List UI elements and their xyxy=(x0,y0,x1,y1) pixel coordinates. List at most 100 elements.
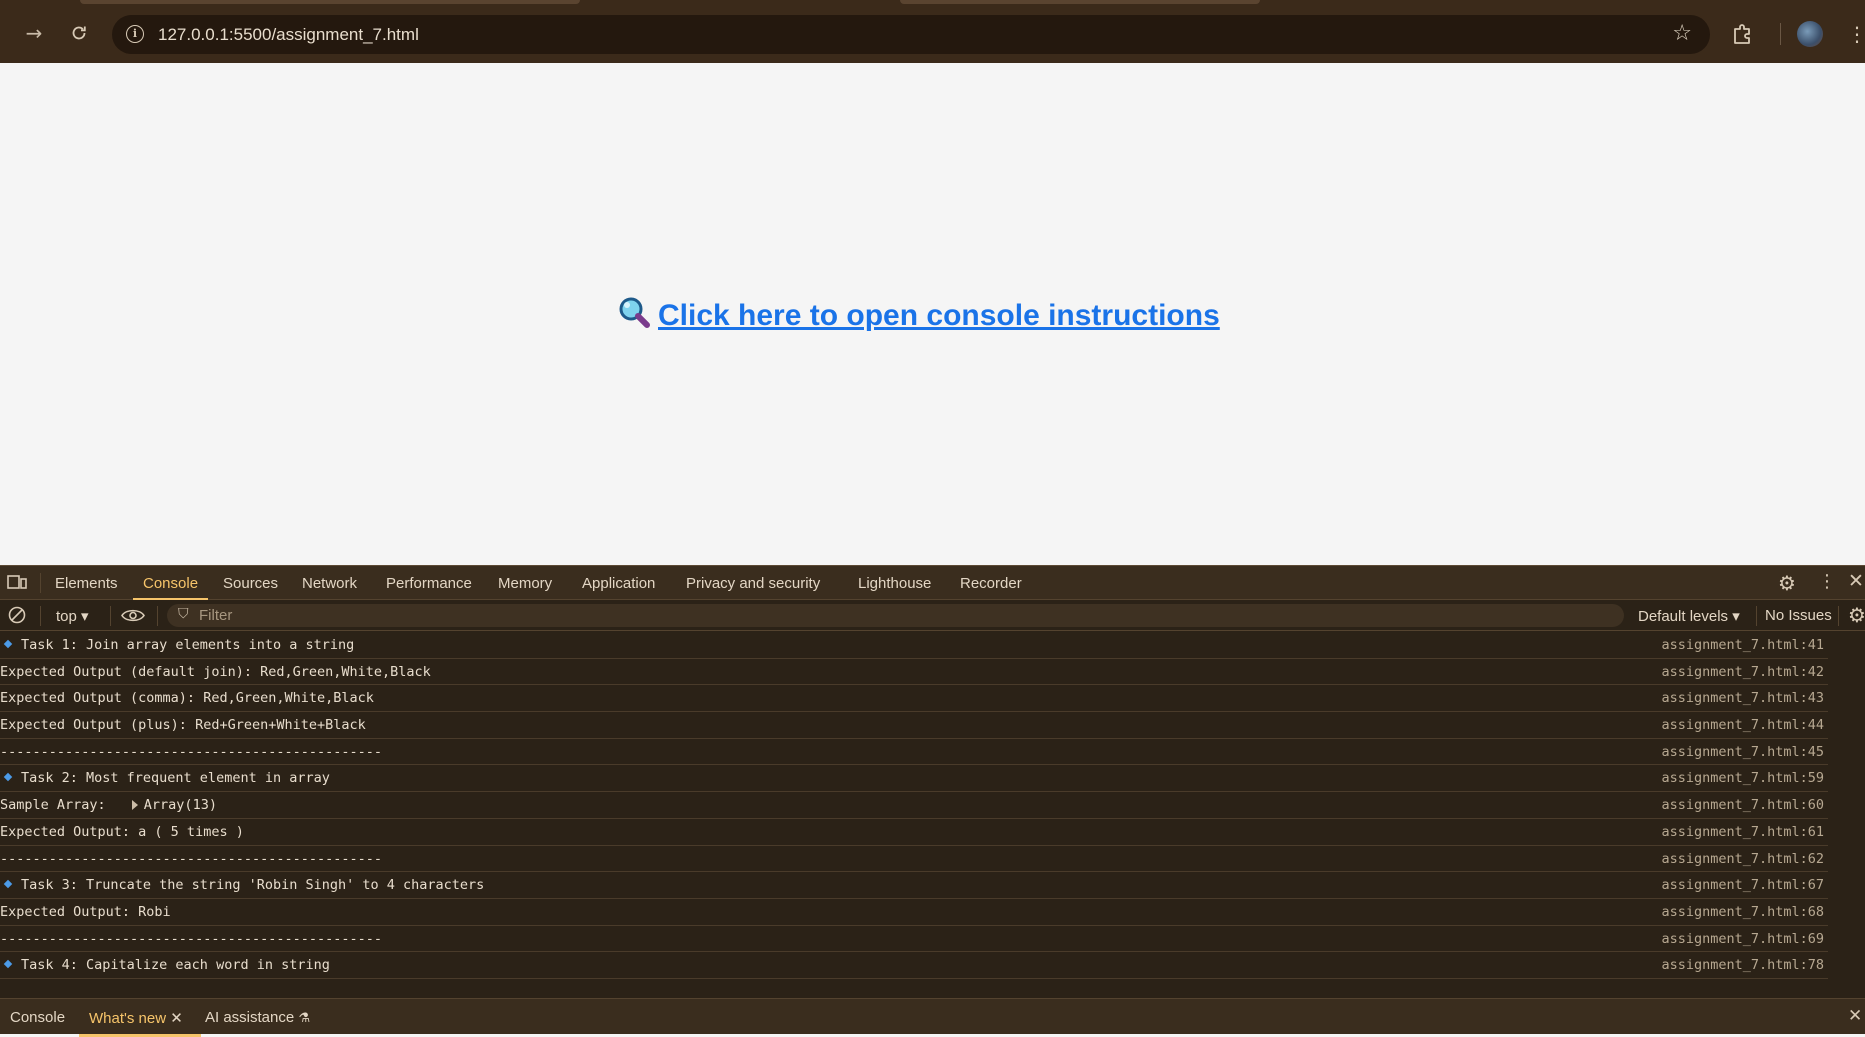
address-bar[interactable]: i 127.0.0.1:5500/assignment_7.html ☆ xyxy=(112,15,1710,54)
toolbar-divider xyxy=(1780,23,1781,45)
drawer-tab-whats-new[interactable]: What's new ✕ xyxy=(79,1009,201,1037)
close-devtools-icon[interactable]: ✕ xyxy=(1848,570,1864,592)
tab-recorder[interactable]: Recorder xyxy=(960,575,1022,592)
toolbar-divider xyxy=(40,606,41,626)
forward-icon[interactable]: → xyxy=(16,12,52,54)
console-log-row: Sample Array: Array(13) assignment_7.html… xyxy=(0,792,1828,819)
log-source-link[interactable]: assignment_7.html:62 xyxy=(1661,851,1824,867)
issues-counter[interactable]: No Issues xyxy=(1765,607,1832,624)
log-levels-dropdown[interactable]: Default levels ▾ xyxy=(1638,607,1740,625)
settings-gear-icon[interactable]: ⚙ xyxy=(1778,571,1796,595)
profile-avatar[interactable] xyxy=(1797,21,1823,47)
tab-elements[interactable]: Elements xyxy=(55,575,118,592)
log-text: Sample Array: xyxy=(0,797,114,814)
devtools-drawer: Console What's new ✕ AI assistance ⚗ ✕ xyxy=(0,998,1865,1037)
log-source-link[interactable]: assignment_7.html:44 xyxy=(1661,717,1824,733)
log-source-link[interactable]: assignment_7.html:43 xyxy=(1661,690,1824,706)
console-log-row: Task 1: Join array elements into a strin… xyxy=(0,632,1828,659)
close-tab-icon[interactable]: ✕ xyxy=(170,1009,183,1027)
info-diamond-icon xyxy=(3,639,13,649)
devtools-panel: Elements Console Sources Network Perform… xyxy=(0,565,1865,1037)
console-log-row: Task 4: Capitalize each word in string as… xyxy=(0,952,1828,979)
toolbar-divider xyxy=(1838,606,1839,626)
page-viewport: Click here to open console instructions xyxy=(0,63,1865,565)
background-tab[interactable] xyxy=(80,0,580,4)
console-log-row: Expected Output (comma): Red,Green,White… xyxy=(0,685,1828,713)
site-info-icon[interactable]: i xyxy=(126,25,144,43)
tab-strip xyxy=(0,0,1865,12)
toolbar-divider xyxy=(157,606,158,626)
tab-memory[interactable]: Memory xyxy=(498,575,552,592)
log-message: Expected Output (default join): Red,Gree… xyxy=(0,664,431,680)
console-log-row: ----------------------------------------… xyxy=(0,739,1828,766)
browser-menu-icon[interactable]: ⋮ xyxy=(1847,22,1865,46)
log-text: Expected Output (default join): Red,Gree… xyxy=(0,663,431,680)
log-text: Task 4: Capitalize each word in string xyxy=(21,957,330,974)
log-message: Task 4: Capitalize each word in string xyxy=(0,957,330,973)
console-instructions-link[interactable]: Click here to open console instructions xyxy=(618,296,1220,333)
log-source-link[interactable]: assignment_7.html:61 xyxy=(1661,824,1824,840)
log-source-link[interactable]: assignment_7.html:41 xyxy=(1661,637,1824,653)
live-expression-eye-icon[interactable] xyxy=(121,608,145,627)
log-source-link[interactable]: assignment_7.html:68 xyxy=(1661,904,1824,920)
clear-console-icon[interactable] xyxy=(8,606,26,628)
expand-triangle-icon[interactable] xyxy=(131,800,138,811)
extensions-icon[interactable] xyxy=(1728,20,1756,48)
tab-network[interactable]: Network xyxy=(302,575,357,592)
log-text: Expected Output (plus): Red+Green+White+… xyxy=(0,717,366,734)
tab-performance[interactable]: Performance xyxy=(386,575,472,592)
reload-icon[interactable] xyxy=(61,12,97,54)
log-text: Task 2: Most frequent element in array xyxy=(21,770,330,787)
device-toolbar-icon[interactable] xyxy=(7,573,27,595)
log-source-link[interactable]: assignment_7.html:59 xyxy=(1661,770,1824,786)
magnifier-icon xyxy=(618,296,652,328)
log-source-link[interactable]: assignment_7.html:45 xyxy=(1661,744,1824,760)
console-settings-gear-icon[interactable]: ⚙ xyxy=(1848,603,1865,627)
log-message: Sample Array: Array(13) xyxy=(0,797,217,813)
drawer-tab-ai-assistance[interactable]: AI assistance ⚗ xyxy=(205,1009,310,1026)
toolbar-divider xyxy=(110,606,111,626)
console-log-list: Task 1: Join array elements into a strin… xyxy=(0,632,1828,990)
tab-console[interactable]: Console xyxy=(132,575,209,601)
devtools-tab-bar: Elements Console Sources Network Perform… xyxy=(0,566,1865,601)
bookmark-star-icon[interactable]: ☆ xyxy=(1672,21,1692,46)
url-text[interactable]: 127.0.0.1:5500/assignment_7.html xyxy=(158,25,419,45)
drawer-tab-console[interactable]: Console xyxy=(10,1009,65,1026)
console-log-row: Expected Output: Robi assignment_7.html:6… xyxy=(0,899,1828,926)
log-source-link[interactable]: assignment_7.html:78 xyxy=(1661,957,1824,973)
flask-icon: ⚗ xyxy=(298,1011,311,1026)
log-text: ----------------------------------------… xyxy=(0,743,383,760)
console-filter-input[interactable]: ⛉ Filter xyxy=(167,604,1624,627)
console-log-row: Expected Output: a ( 5 times ) assignment… xyxy=(0,819,1828,846)
log-message: Expected Output (plus): Red+Green+White+… xyxy=(0,717,366,733)
toolbar-divider xyxy=(1756,606,1757,626)
tab-sources[interactable]: Sources xyxy=(223,575,278,592)
console-scrollbar[interactable] xyxy=(1835,632,1865,990)
log-object-preview[interactable]: Array(13) xyxy=(144,797,217,813)
background-tab[interactable] xyxy=(900,0,1260,4)
close-drawer-icon[interactable]: ✕ xyxy=(1848,1006,1862,1026)
log-message: ----------------------------------------… xyxy=(0,851,382,867)
log-source-link[interactable]: assignment_7.html:42 xyxy=(1661,664,1824,680)
log-text: ----------------------------------------… xyxy=(0,850,383,867)
log-text: ----------------------------------------… xyxy=(0,930,383,947)
info-diamond-icon xyxy=(3,773,13,782)
log-text: Task 1: Join array elements into a strin… xyxy=(21,637,355,653)
browser-toolbar: → i 127.0.0.1:5500/assignment_7.html ☆ ⋮ xyxy=(0,12,1865,63)
log-message: Task 3: Truncate the string 'Robin Singh… xyxy=(0,877,484,893)
drawer-tab-whats-new-label: What's new xyxy=(89,1010,167,1027)
log-message: ----------------------------------------… xyxy=(0,744,382,760)
console-log-row: Task 2: Most frequent element in array as… xyxy=(0,765,1828,793)
log-source-link[interactable]: assignment_7.html:69 xyxy=(1661,931,1824,947)
log-source-link[interactable]: assignment_7.html:60 xyxy=(1661,797,1824,813)
tab-divider xyxy=(40,573,41,593)
context-selector[interactable]: top ▾ xyxy=(56,607,89,625)
tab-privacy-security[interactable]: Privacy and security xyxy=(686,575,820,592)
tab-application[interactable]: Application xyxy=(582,575,655,592)
link-text[interactable]: Click here to open console instructions xyxy=(658,299,1220,332)
log-message: Task 2: Most frequent element in array xyxy=(0,770,330,786)
tab-lighthouse[interactable]: Lighthouse xyxy=(858,575,931,592)
devtools-menu-icon[interactable]: ⋮ xyxy=(1818,571,1836,592)
log-source-link[interactable]: assignment_7.html:67 xyxy=(1661,877,1824,893)
console-log-row: Expected Output (plus): Red+Green+White+… xyxy=(0,712,1828,739)
